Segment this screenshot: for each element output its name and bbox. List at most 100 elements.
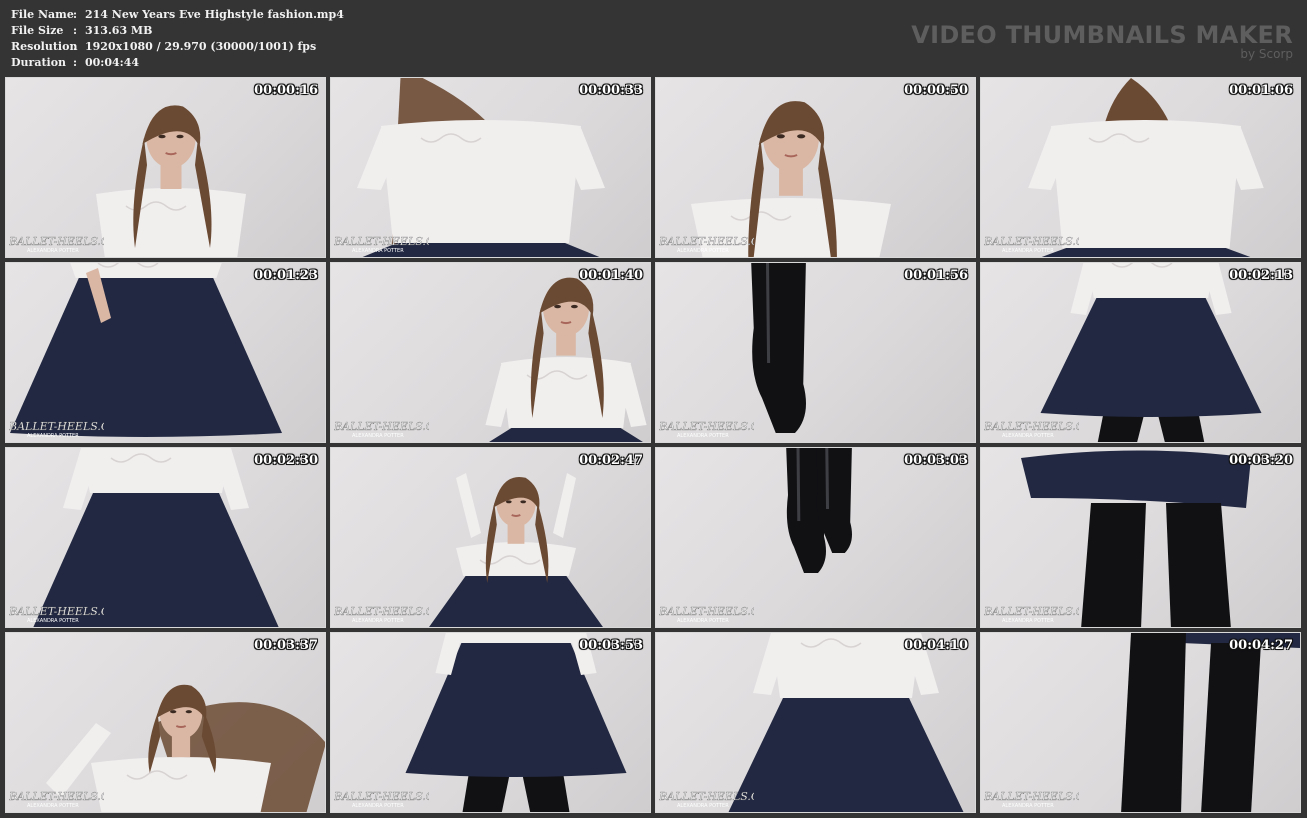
video-thumbnail[interactable]: 00:00:50 BALLET-HEELS.COM ALEXANDRA POTT… (655, 77, 976, 258)
video-thumbnail[interactable]: 00:01:56 BALLET-HEELS.COM ALEXANDRA POTT… (655, 262, 976, 443)
timestamp-label: 00:04:10 (904, 638, 968, 653)
file-size-row: File Size : 313.63 MB (11, 23, 344, 39)
svg-text:BALLET-HEELS.COM: BALLET-HEELS.COM (659, 235, 754, 248)
watermark-logo: BALLET-HEELS.COM ALEXANDRA POTTER (334, 605, 429, 623)
svg-text:ALEXANDRA POTTER: ALEXANDRA POTTER (27, 433, 79, 438)
separator: : (73, 40, 78, 53)
svg-text:BALLET-HEELS.COM: BALLET-HEELS.COM (334, 235, 429, 248)
timestamp-label: 00:01:06 (1229, 83, 1293, 98)
svg-text:BALLET-HEELS.COM: BALLET-HEELS.COM (984, 420, 1079, 433)
svg-text:BALLET-HEELS.COM: BALLET-HEELS.COM (334, 605, 429, 618)
timestamp-label: 00:00:33 (579, 83, 643, 98)
watermark-logo: BALLET-HEELS.COM ALEXANDRA POTTER (659, 420, 754, 438)
brand-subtitle: by Scorp (1240, 47, 1293, 61)
file-size-value: 313.63 MB (85, 24, 153, 37)
svg-text:ALEXANDRA POTTER: ALEXANDRA POTTER (1002, 618, 1054, 623)
svg-text:BALLET-HEELS.COM: BALLET-HEELS.COM (659, 420, 754, 433)
video-thumbnail[interactable]: 00:00:16 BALLET-HEELS.COM ALEXANDRA POTT… (5, 77, 326, 258)
watermark-logo: BALLET-HEELS.COM ALEXANDRA POTTER (9, 790, 104, 808)
video-thumbnail[interactable]: 00:00:33 BALLET-HEELS.COM ALEXANDRA POTT… (330, 77, 651, 258)
duration-value: 00:04:44 (85, 56, 140, 69)
timestamp-label: 00:02:47 (579, 453, 643, 468)
header: File Name : 214 New Years Eve Highstyle … (0, 0, 1307, 76)
watermark-logo: BALLET-HEELS.COM ALEXANDRA POTTER (334, 420, 429, 438)
thumbnail-grid: 00:00:16 BALLET-HEELS.COM ALEXANDRA POTT… (5, 77, 1304, 814)
duration-row: Duration : 00:04:44 (11, 55, 344, 71)
separator: : (73, 8, 78, 21)
video-thumbnail[interactable]: 00:02:13 BALLET-HEELS.COM ALEXANDRA POTT… (980, 262, 1301, 443)
svg-text:BALLET-HEELS.COM: BALLET-HEELS.COM (334, 420, 429, 433)
svg-text:BALLET-HEELS.COM: BALLET-HEELS.COM (9, 605, 104, 618)
watermark-logo: BALLET-HEELS.COM ALEXANDRA POTTER (9, 420, 104, 438)
file-name-row: File Name : 214 New Years Eve Highstyle … (11, 7, 344, 23)
svg-text:BALLET-HEELS.COM: BALLET-HEELS.COM (9, 235, 104, 248)
video-thumbnail[interactable]: 00:02:30 BALLET-HEELS.COM ALEXANDRA POTT… (5, 447, 326, 628)
svg-text:ALEXANDRA POTTER: ALEXANDRA POTTER (1002, 248, 1054, 253)
svg-text:BALLET-HEELS.COM: BALLET-HEELS.COM (984, 790, 1079, 803)
svg-text:ALEXANDRA POTTER: ALEXANDRA POTTER (1002, 433, 1054, 438)
timestamp-label: 00:01:40 (579, 268, 643, 283)
svg-text:ALEXANDRA POTTER: ALEXANDRA POTTER (677, 248, 729, 253)
svg-text:ALEXANDRA POTTER: ALEXANDRA POTTER (27, 803, 79, 808)
svg-text:ALEXANDRA POTTER: ALEXANDRA POTTER (27, 618, 79, 623)
svg-text:ALEXANDRA POTTER: ALEXANDRA POTTER (352, 433, 404, 438)
watermark-logo: BALLET-HEELS.COM ALEXANDRA POTTER (984, 790, 1079, 808)
separator: : (73, 24, 78, 37)
video-thumbnail[interactable]: 00:03:03 BALLET-HEELS.COM ALEXANDRA POTT… (655, 447, 976, 628)
file-name-label: File Name (11, 8, 74, 21)
resolution-value: 1920x1080 / 29.970 (30000/1001) fps (85, 40, 317, 53)
watermark-logo: BALLET-HEELS.COM ALEXANDRA POTTER (659, 235, 754, 253)
watermark-logo: BALLET-HEELS.COM ALEXANDRA POTTER (984, 605, 1079, 623)
svg-text:BALLET-HEELS.COM: BALLET-HEELS.COM (984, 605, 1079, 618)
file-size-label: File Size (11, 24, 64, 37)
resolution-label: Resolution (11, 40, 78, 53)
svg-text:BALLET-HEELS.COM: BALLET-HEELS.COM (659, 790, 754, 803)
video-thumbnail[interactable]: 00:04:10 BALLET-HEELS.COM ALEXANDRA POTT… (655, 632, 976, 813)
video-thumbnail[interactable]: 00:01:40 BALLET-HEELS.COM ALEXANDRA POTT… (330, 262, 651, 443)
timestamp-label: 00:03:20 (1229, 453, 1293, 468)
video-thumbnail[interactable]: 00:01:23 BALLET-HEELS.COM ALEXANDRA POTT… (5, 262, 326, 443)
timestamp-label: 00:01:56 (904, 268, 968, 283)
svg-text:BALLET-HEELS.COM: BALLET-HEELS.COM (334, 790, 429, 803)
watermark-logo: BALLET-HEELS.COM ALEXANDRA POTTER (984, 420, 1079, 438)
timestamp-label: 00:00:50 (904, 83, 968, 98)
svg-text:ALEXANDRA POTTER: ALEXANDRA POTTER (677, 433, 729, 438)
timestamp-label: 00:01:23 (254, 268, 318, 283)
watermark-logo: BALLET-HEELS.COM ALEXANDRA POTTER (334, 235, 429, 253)
file-info: File Name : 214 New Years Eve Highstyle … (11, 7, 344, 71)
video-thumbnail[interactable]: 00:01:06 BALLET-HEELS.COM ALEXANDRA POTT… (980, 77, 1301, 258)
svg-text:BALLET-HEELS.COM: BALLET-HEELS.COM (984, 235, 1079, 248)
timestamp-label: 00:00:16 (254, 83, 318, 98)
svg-text:ALEXANDRA POTTER: ALEXANDRA POTTER (352, 248, 404, 253)
timestamp-label: 00:02:13 (1229, 268, 1293, 283)
watermark-logo: BALLET-HEELS.COM ALEXANDRA POTTER (334, 790, 429, 808)
svg-text:ALEXANDRA POTTER: ALEXANDRA POTTER (677, 618, 729, 623)
video-thumbnail[interactable]: 00:03:20 BALLET-HEELS.COM ALEXANDRA POTT… (980, 447, 1301, 628)
resolution-row: Resolution : 1920x1080 / 29.970 (30000/1… (11, 39, 344, 55)
svg-text:ALEXANDRA POTTER: ALEXANDRA POTTER (352, 803, 404, 808)
svg-text:BALLET-HEELS.COM: BALLET-HEELS.COM (9, 790, 104, 803)
file-name-value: 214 New Years Eve Highstyle fashion.mp4 (85, 8, 344, 21)
timestamp-label: 00:04:27 (1229, 638, 1293, 653)
timestamp-label: 00:03:03 (904, 453, 968, 468)
video-thumbnail[interactable]: 00:03:53 BALLET-HEELS.COM ALEXANDRA POTT… (330, 632, 651, 813)
video-thumbnail[interactable]: 00:02:47 BALLET-HEELS.COM ALEXANDRA POTT… (330, 447, 651, 628)
brand-title: VIDEO THUMBNAILS MAKER (911, 21, 1293, 49)
watermark-logo: BALLET-HEELS.COM ALEXANDRA POTTER (9, 235, 104, 253)
video-thumbnail[interactable]: 00:03:37 BALLET-HEELS.COM ALEXANDRA POTT… (5, 632, 326, 813)
brand-logo: VIDEO THUMBNAILS MAKER by Scorp (911, 22, 1293, 60)
svg-text:ALEXANDRA POTTER: ALEXANDRA POTTER (677, 803, 729, 808)
timestamp-label: 00:03:53 (579, 638, 643, 653)
svg-text:ALEXANDRA POTTER: ALEXANDRA POTTER (27, 248, 79, 253)
duration-label: Duration (11, 56, 67, 69)
svg-text:ALEXANDRA POTTER: ALEXANDRA POTTER (352, 618, 404, 623)
svg-text:BALLET-HEELS.COM: BALLET-HEELS.COM (659, 605, 754, 618)
watermark-logo: BALLET-HEELS.COM ALEXANDRA POTTER (659, 605, 754, 623)
watermark-logo: BALLET-HEELS.COM ALEXANDRA POTTER (659, 790, 754, 808)
svg-text:ALEXANDRA POTTER: ALEXANDRA POTTER (1002, 803, 1054, 808)
svg-text:BALLET-HEELS.COM: BALLET-HEELS.COM (9, 420, 104, 433)
watermark-logo: BALLET-HEELS.COM ALEXANDRA POTTER (984, 235, 1079, 253)
timestamp-label: 00:02:30 (254, 453, 318, 468)
video-thumbnail[interactable]: 00:04:27 BALLET-HEELS.COM ALEXANDRA POTT… (980, 632, 1301, 813)
timestamp-label: 00:03:37 (254, 638, 318, 653)
